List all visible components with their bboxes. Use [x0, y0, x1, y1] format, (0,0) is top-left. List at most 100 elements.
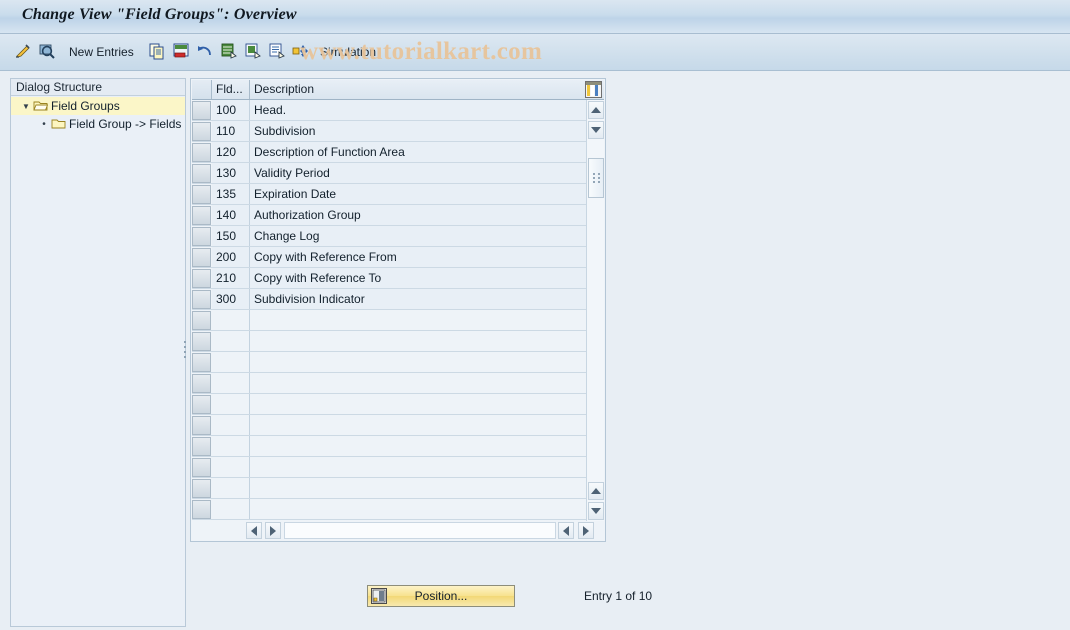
- scroll-up-button[interactable]: [588, 101, 604, 119]
- row-select-button[interactable]: [192, 164, 211, 183]
- undo-button[interactable]: [196, 34, 214, 70]
- cell-description[interactable]: Head.: [250, 100, 586, 120]
- cell-fld[interactable]: 150: [212, 226, 250, 246]
- cell-fld[interactable]: [212, 436, 250, 456]
- deselect-all-button[interactable]: [244, 34, 262, 70]
- cell-fld[interactable]: [212, 478, 250, 498]
- table-row[interactable]: 100 Head.: [192, 100, 586, 121]
- scroll-down-button[interactable]: [588, 121, 604, 139]
- table-settings-icon[interactable]: [585, 81, 602, 98]
- copy-as-button[interactable]: [148, 34, 166, 70]
- cell-fld[interactable]: [212, 499, 250, 519]
- row-select-button[interactable]: [192, 416, 211, 435]
- scroll-page-down-button[interactable]: [588, 502, 604, 520]
- cell-description[interactable]: Expiration Date: [250, 184, 586, 204]
- scrollbar-thumb[interactable]: [588, 158, 604, 198]
- cell-description[interactable]: Copy with Reference To: [250, 268, 586, 288]
- row-select-button[interactable]: [192, 395, 211, 414]
- row-select-button[interactable]: [192, 437, 211, 456]
- cell-description[interactable]: [250, 478, 586, 498]
- new-entries-button[interactable]: New Entries: [69, 34, 134, 70]
- chevron-down-icon[interactable]: ▼: [19, 102, 33, 111]
- row-select-button[interactable]: [192, 290, 211, 309]
- cell-fld[interactable]: [212, 457, 250, 477]
- cell-fld[interactable]: 130: [212, 163, 250, 183]
- sidebar-item-field-groups[interactable]: ▼ Field Groups: [11, 97, 185, 115]
- row-select-button[interactable]: [192, 143, 211, 162]
- display-details-button[interactable]: [38, 34, 56, 70]
- table-row[interactable]: 210 Copy with Reference To: [192, 268, 586, 289]
- column-header-description[interactable]: Description: [250, 80, 580, 99]
- row-select-button[interactable]: [192, 185, 211, 204]
- cell-fld[interactable]: 120: [212, 142, 250, 162]
- panel-splitter-handle[interactable]: [183, 338, 189, 360]
- row-select-button[interactable]: [192, 353, 211, 372]
- table-row[interactable]: 150 Change Log: [192, 226, 586, 247]
- cell-description[interactable]: Description of Function Area: [250, 142, 586, 162]
- table-row[interactable]: [192, 373, 586, 394]
- table-row[interactable]: 300 Subdivision Indicator: [192, 289, 586, 310]
- cell-description[interactable]: [250, 436, 586, 456]
- cell-description[interactable]: Authorization Group: [250, 205, 586, 225]
- transport-button[interactable]: [292, 34, 310, 70]
- select-block-button[interactable]: [268, 34, 286, 70]
- delete-button[interactable]: [172, 34, 190, 70]
- table-row[interactable]: 200 Copy with Reference From: [192, 247, 586, 268]
- cell-fld[interactable]: [212, 331, 250, 351]
- table-row[interactable]: 135 Expiration Date: [192, 184, 586, 205]
- row-select-button[interactable]: [192, 227, 211, 246]
- cell-description[interactable]: [250, 415, 586, 435]
- table-row[interactable]: 120 Description of Function Area: [192, 142, 586, 163]
- cell-fld[interactable]: [212, 394, 250, 414]
- cell-description[interactable]: Validity Period: [250, 163, 586, 183]
- cell-description[interactable]: [250, 499, 586, 519]
- cell-description[interactable]: Copy with Reference From: [250, 247, 586, 267]
- cell-fld[interactable]: [212, 415, 250, 435]
- cell-fld[interactable]: 300: [212, 289, 250, 309]
- cell-fld[interactable]: 210: [212, 268, 250, 288]
- column-header-fld[interactable]: Fld...: [212, 80, 250, 99]
- change-display-button[interactable]: [14, 34, 32, 70]
- cell-fld[interactable]: [212, 352, 250, 372]
- hscroll-first-button[interactable]: [558, 522, 574, 539]
- row-select-button[interactable]: [192, 122, 211, 141]
- row-select-button[interactable]: [192, 500, 211, 519]
- vertical-scrollbar[interactable]: [586, 100, 604, 521]
- column-header-select[interactable]: [192, 80, 212, 99]
- table-row[interactable]: [192, 478, 586, 499]
- table-row[interactable]: [192, 394, 586, 415]
- cell-description[interactable]: Subdivision Indicator: [250, 289, 586, 309]
- row-select-button[interactable]: [192, 206, 211, 225]
- row-select-button[interactable]: [192, 332, 211, 351]
- row-select-button[interactable]: [192, 269, 211, 288]
- horizontal-scrollbar[interactable]: [192, 521, 604, 540]
- table-row[interactable]: [192, 457, 586, 478]
- cell-fld[interactable]: 140: [212, 205, 250, 225]
- cell-description[interactable]: Subdivision: [250, 121, 586, 141]
- cell-fld[interactable]: [212, 373, 250, 393]
- table-row[interactable]: [192, 499, 586, 520]
- cell-fld[interactable]: 135: [212, 184, 250, 204]
- cell-description[interactable]: [250, 352, 586, 372]
- table-row[interactable]: [192, 436, 586, 457]
- sidebar-item-field-group-fields[interactable]: • Field Group -> Fields: [11, 115, 185, 133]
- cell-fld[interactable]: 200: [212, 247, 250, 267]
- cell-description[interactable]: Change Log: [250, 226, 586, 246]
- table-row[interactable]: [192, 415, 586, 436]
- row-select-button[interactable]: [192, 374, 211, 393]
- cell-fld[interactable]: 110: [212, 121, 250, 141]
- row-select-button[interactable]: [192, 479, 211, 498]
- cell-description[interactable]: [250, 331, 586, 351]
- row-select-button[interactable]: [192, 248, 211, 267]
- row-select-button[interactable]: [192, 101, 211, 120]
- cell-description[interactable]: [250, 394, 586, 414]
- hscroll-left-button[interactable]: [246, 522, 262, 539]
- table-row[interactable]: 130 Validity Period: [192, 163, 586, 184]
- scroll-page-up-button[interactable]: [588, 482, 604, 500]
- hscroll-track[interactable]: [284, 522, 556, 539]
- cell-description[interactable]: [250, 310, 586, 330]
- table-row[interactable]: 140 Authorization Group: [192, 205, 586, 226]
- simulation-button[interactable]: Simulation: [320, 34, 376, 70]
- table-row[interactable]: [192, 331, 586, 352]
- hscroll-right-button[interactable]: [265, 522, 281, 539]
